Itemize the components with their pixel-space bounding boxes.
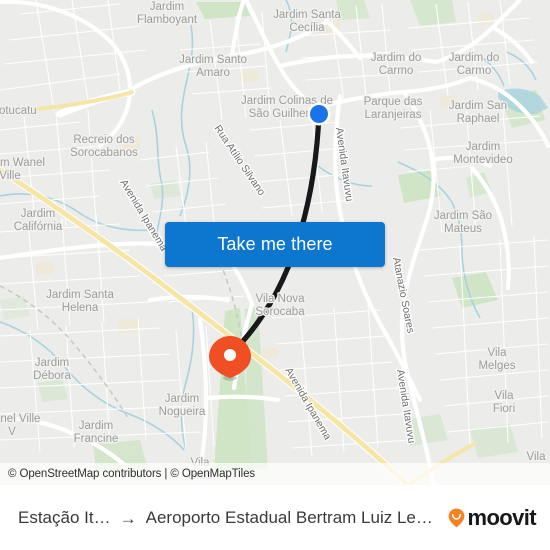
destination-label: Aeroporto Estadual Bertram Luiz Leu… bbox=[145, 508, 439, 527]
route-footer: Estação It… → Aeroporto Estadual Bertram… bbox=[0, 485, 550, 550]
place-label: Jardim Débora bbox=[33, 357, 71, 382]
moovit-logo[interactable]: moovit bbox=[448, 505, 537, 530]
place-label: Vila Nova Sorocaba bbox=[255, 293, 305, 318]
arrow-right-icon: → bbox=[119, 508, 137, 528]
attribution-text: © OpenStreetMap contributors | © OpenMap… bbox=[8, 468, 256, 480]
origin-dot[interactable] bbox=[307, 102, 331, 126]
place-label: Parque das Laranjeiras bbox=[364, 96, 423, 121]
moovit-pin-icon bbox=[449, 508, 465, 528]
place-label: Vila bbox=[527, 451, 547, 463]
place-label: Botucatu bbox=[0, 105, 37, 117]
route-summary: Estação It… → Aeroporto Estadual Bertram… bbox=[18, 508, 438, 528]
moovit-wordmark: moovit bbox=[467, 505, 536, 530]
place-label: Jardim Nogueira bbox=[159, 393, 206, 418]
place-label: Jardim San Raphael bbox=[449, 100, 507, 125]
place-label: Jardim Francine bbox=[74, 420, 119, 445]
origin-label: Estação It… bbox=[18, 508, 111, 527]
map-attribution: © OpenStreetMap contributors | © OpenMap… bbox=[0, 463, 550, 485]
moovit-map-screen: Jardim Flamboyant Jardim Santa Cecília Jar… bbox=[0, 0, 550, 550]
place-label: Recreio dos Sorocabanos bbox=[70, 134, 138, 159]
place-label: Vila Fiori bbox=[493, 390, 515, 415]
take-me-there-label: Take me there bbox=[217, 234, 333, 254]
take-me-there-button[interactable]: Take me there bbox=[165, 222, 385, 267]
